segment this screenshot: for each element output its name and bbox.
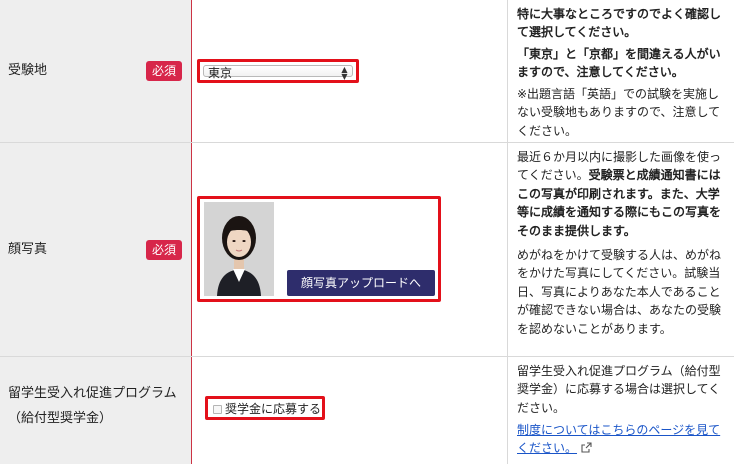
field-label-scholarship: 留学生受入れ促進プログラム: [8, 386, 177, 401]
highlight-frame: 奨学金に応募する: [205, 396, 325, 420]
note-cell: 留学生受入れ促進プログラム（給付型奨学金）に応募する場合は選択してください。 制…: [508, 357, 734, 464]
field-label-exam-site: 受験地: [8, 63, 48, 78]
photo-upload-button[interactable]: 顔写真アップロードへ: [287, 270, 435, 296]
required-badge: 必須: [146, 240, 182, 260]
exam-site-select[interactable]: 東京 ▲ ▼: [203, 65, 353, 81]
field-label-scholarship-sub: （給付型奨学金）: [8, 411, 113, 426]
note-language: ※出題言語「英語」での試験を実施しない受験地もありますので、注意してください。: [517, 85, 726, 140]
note-link-line: 制度についてはこちらのページを見てください。: [517, 421, 726, 458]
row-exam-site: 受験地 必須 東京 ▲ ▼ 特に大事なところですのでよく確認して選択してください。…: [0, 0, 734, 143]
external-link-icon: [581, 442, 592, 453]
label-cell: 顔写真 必須: [0, 143, 192, 356]
row-scholarship: 留学生受入れ促進プログラム （給付型奨学金） 奨学金に応募する 留学生受入れ促進…: [0, 357, 734, 464]
note-cell: 最近６か月以内に撮影した画像を使ってください。受験票と成績通知書にはこの写真が印…: [508, 143, 734, 356]
highlight-frame: 顔写真アップロードへ: [197, 196, 441, 302]
portrait-icon: [204, 202, 274, 296]
note-text: ※出題言語「英語」での試験を実施しない受験地もありますので、注意してください。: [517, 87, 721, 138]
input-cell: 奨学金に応募する: [192, 357, 508, 464]
application-form: 受験地 必須 東京 ▲ ▼ 特に大事なところですのでよく確認して選択してください。…: [0, 0, 734, 464]
note-text: めがねをかけて受験する人は、めがねをかけた写真にしてください。試験当日、写真によ…: [517, 248, 722, 336]
required-badge: 必須: [146, 61, 182, 81]
note-cell: 特に大事なところですのでよく確認して選択してください。 「東京」と「京都」を間違…: [508, 0, 734, 142]
note-scholarship: 留学生受入れ促進プログラム（給付型奨学金）に応募する場合は選択してください。: [517, 362, 726, 417]
note-tokyo-kyoto: 「東京」と「京都」を間違える人がいますので、注意してください。: [517, 45, 726, 82]
label-cell: 留学生受入れ促進プログラム （給付型奨学金）: [0, 357, 192, 464]
note-photo-requirement: 最近６か月以内に撮影した画像を使ってください。受験票と成績通知書にはこの写真が印…: [517, 148, 726, 240]
note-important: 特に大事なところですのでよく確認して選択してください。: [517, 5, 726, 42]
scholarship-checkbox[interactable]: [213, 405, 222, 414]
up-down-arrows-icon: ▲ ▼: [341, 65, 348, 81]
note-text: 「東京」と「京都」を間違える人がいますので、注意してください。: [517, 47, 721, 80]
note-text: 特に大事なところですのでよく確認して選択してください。: [517, 7, 722, 40]
label-cell: 受験地 必須: [0, 0, 192, 142]
note-glasses: めがねをかけて受験する人は、めがねをかけた写真にしてください。試験当日、写真によ…: [517, 246, 726, 338]
highlight-frame: 東京 ▲ ▼: [197, 59, 359, 83]
field-label-photo: 顔写真: [8, 242, 48, 257]
applicant-photo: [204, 202, 274, 296]
select-value: 東京: [208, 66, 233, 80]
note-text: 留学生受入れ促進プログラム（給付型奨学金）に応募する場合は選択してください。: [517, 364, 721, 415]
row-photo: 顔写真 必須 顔写真アップロードへ 最近６か月以内に撮影した画像を使ってください…: [0, 143, 734, 357]
checkbox-label[interactable]: 奨学金に応募する: [225, 401, 321, 417]
input-cell: 東京 ▲ ▼: [192, 0, 508, 142]
scholarship-info-link[interactable]: 制度についてはこちらのページを見てください。: [517, 423, 720, 455]
input-cell: 顔写真アップロードへ: [192, 143, 508, 356]
